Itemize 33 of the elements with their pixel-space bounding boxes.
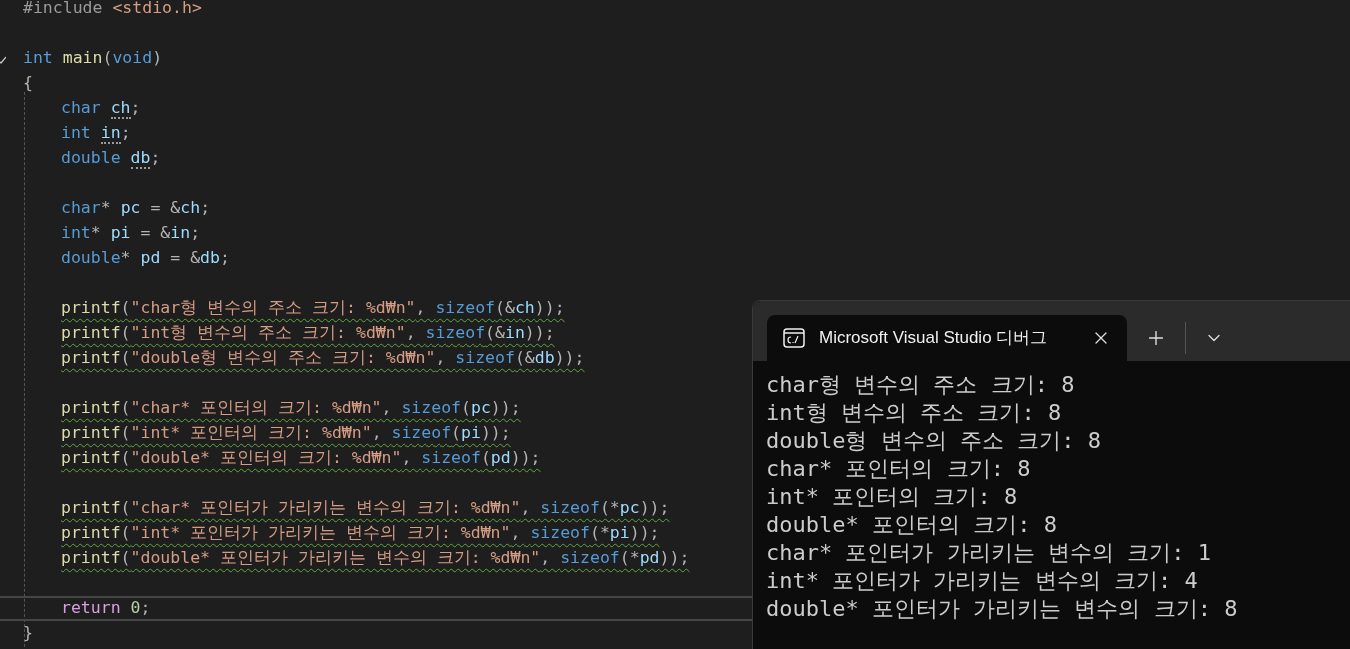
code-line: printf("int* 포인터가 가리키는 변수의 크기: %d₩n", sizeof(*pi));	[61, 522, 660, 545]
console-output-line: double* 포인터가 가리키는 변수의 크기: 8	[766, 595, 1238, 623]
code-line: return 0;	[61, 597, 151, 620]
console-output-line: int* 포인터의 크기: 8	[766, 483, 1018, 511]
code-line: printf("char* 포인터의 크기: %d₩n", sizeof(pc));	[61, 397, 521, 420]
console-output-line: double* 포인터의 크기: 8	[766, 511, 1057, 539]
code-line: int* pi = &in;	[61, 222, 201, 245]
code-line: printf("char* 포인터가 가리키는 변수의 크기: %d₩n", sizeof(*pc));	[61, 497, 670, 520]
code-line: double db;	[61, 147, 161, 171]
code-line: int in;	[61, 122, 131, 146]
code-line: printf("char형 변수의 주소 크기: %d₩n", sizeof(&ch));	[61, 297, 565, 320]
code-line: {	[23, 72, 33, 95]
code-line: char ch;	[61, 97, 141, 121]
console-output-line: double형 변수의 주소 크기: 8	[766, 427, 1101, 455]
code-line: double* pd = &db;	[61, 247, 230, 270]
console-output-line: int형 변수의 주소 크기: 8	[766, 399, 1062, 427]
code-line: printf("int* 포인터의 크기: %d₩n", sizeof(pi));	[61, 422, 511, 445]
collapse-icon[interactable]	[0, 56, 6, 64]
code-line: printf("double* 포인터의 크기: %d₩n", sizeof(pd));	[61, 447, 541, 470]
console-output-line: int* 포인터가 가리키는 변수의 크기: 4	[766, 567, 1198, 595]
code-line: printf("double* 포인터가 가리키는 변수의 크기: %d₩n", sizeof(*pd));	[61, 547, 690, 570]
console-output-line: char* 포인터의 크기: 8	[766, 455, 1031, 483]
code-line: }	[23, 622, 33, 645]
code-line: printf("int형 변수의 주소 크기: %d₩n", sizeof(&in));	[61, 322, 555, 345]
terminal-icon	[783, 328, 805, 348]
code-line: int main(void)	[23, 47, 163, 70]
code-line: printf("double형 변수의 주소 크기: %d₩n", sizeof(&db));	[61, 347, 585, 370]
tab-title: Microsoft Visual Studio 디버그	[819, 327, 1048, 350]
code-line: #include <stdio.h>	[23, 0, 202, 20]
code-line: char* pc = &ch;	[61, 197, 211, 220]
console-tab[interactable]: Microsoft Visual Studio 디버그	[767, 315, 1127, 361]
console-output-line: char* 포인터가 가리키는 변수의 크기: 1	[766, 539, 1211, 567]
console-output-line: char형 변수의 주소 크기: 8	[766, 371, 1075, 399]
